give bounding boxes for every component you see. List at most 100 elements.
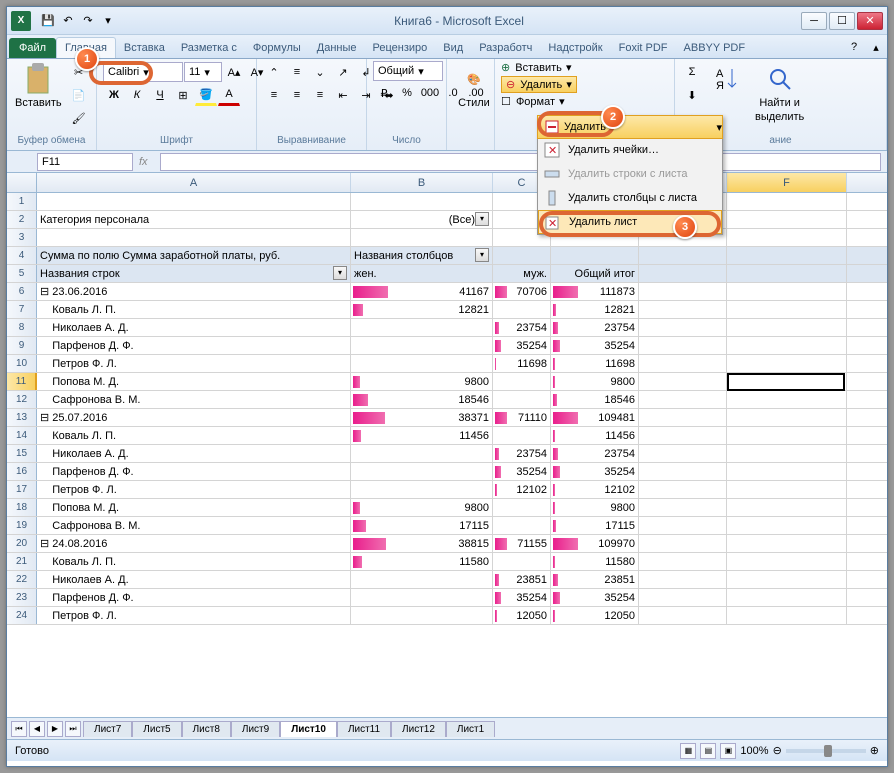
cell[interactable] bbox=[37, 229, 351, 246]
cell[interactable] bbox=[727, 535, 847, 552]
cell[interactable]: Попова М. Д. bbox=[37, 373, 351, 390]
align-mid-icon[interactable]: ≡ bbox=[286, 61, 308, 83]
row-header[interactable]: 4 bbox=[7, 247, 37, 264]
cell[interactable]: 11456 bbox=[351, 427, 493, 444]
row-header[interactable]: 14 bbox=[7, 427, 37, 444]
border-icon[interactable]: ⊞ bbox=[172, 84, 194, 106]
menu-delete-cols[interactable]: Удалить столбцы с листа bbox=[538, 186, 722, 210]
align-center-icon[interactable]: ≡ bbox=[286, 84, 308, 106]
cell[interactable]: 35254 bbox=[493, 589, 551, 606]
cell[interactable]: 11698 bbox=[551, 355, 639, 372]
cell[interactable]: 11698 bbox=[493, 355, 551, 372]
tab-view[interactable]: Вид bbox=[435, 38, 471, 58]
zoom-out-button[interactable]: ⊖ bbox=[773, 744, 782, 757]
cell[interactable] bbox=[351, 337, 493, 354]
cell[interactable]: Парфенов Д. Ф. bbox=[37, 337, 351, 354]
cell[interactable]: 109970 bbox=[551, 535, 639, 552]
sheet-nav-last[interactable]: ⏭ bbox=[65, 721, 81, 737]
active-cell[interactable] bbox=[727, 373, 845, 391]
cell[interactable] bbox=[493, 301, 551, 318]
orientation-icon[interactable]: ↗ bbox=[332, 61, 354, 83]
cell[interactable] bbox=[493, 247, 551, 264]
fill-color-icon[interactable]: 🪣 bbox=[195, 84, 217, 106]
cell[interactable] bbox=[351, 571, 493, 588]
cell[interactable]: Петров Ф. Л. bbox=[37, 481, 351, 498]
tab-abbyy[interactable]: ABBYY PDF bbox=[676, 38, 754, 58]
cell[interactable]: 35254 bbox=[493, 463, 551, 480]
cell[interactable]: 38815 bbox=[351, 535, 493, 552]
select-all-corner[interactable] bbox=[7, 173, 37, 192]
cell[interactable] bbox=[639, 463, 727, 480]
fill-icon[interactable]: ⬇ bbox=[681, 84, 703, 106]
cell[interactable]: 111873 bbox=[551, 283, 639, 300]
cells-delete-button[interactable]: ⊖ Удалить ▾ bbox=[501, 76, 577, 93]
cell[interactable]: Названия столбцов▾ bbox=[351, 247, 493, 264]
font-family-combo[interactable]: Calibri▾ bbox=[103, 62, 183, 82]
cell[interactable]: 35254 bbox=[551, 589, 639, 606]
cell[interactable] bbox=[493, 427, 551, 444]
cell[interactable]: 17115 bbox=[351, 517, 493, 534]
row-header[interactable]: 19 bbox=[7, 517, 37, 534]
row-header[interactable]: 13 bbox=[7, 409, 37, 426]
cell[interactable] bbox=[639, 535, 727, 552]
find-select-button[interactable]: Найти и выделить bbox=[753, 61, 806, 125]
cell[interactable]: Сумма по полю Сумма заработной платы, ру… bbox=[37, 247, 351, 264]
cell[interactable] bbox=[351, 463, 493, 480]
cell[interactable]: Коваль Л. П. bbox=[37, 553, 351, 570]
sheet-nav-prev[interactable]: ◀ bbox=[29, 721, 45, 737]
cell[interactable] bbox=[639, 517, 727, 534]
cell[interactable] bbox=[551, 247, 639, 264]
percent-icon[interactable]: % bbox=[396, 82, 418, 104]
cell[interactable]: Сафронова В. М. bbox=[37, 391, 351, 408]
cell[interactable] bbox=[639, 301, 727, 318]
cell[interactable]: 12050 bbox=[493, 607, 551, 624]
cell[interactable] bbox=[727, 319, 847, 336]
cell[interactable]: Петров Ф. Л. bbox=[37, 355, 351, 372]
cell[interactable]: 9800 bbox=[551, 373, 639, 390]
cell[interactable] bbox=[727, 247, 847, 264]
cell[interactable] bbox=[727, 337, 847, 354]
tab-formulas[interactable]: Формулы bbox=[245, 38, 309, 58]
cell[interactable]: 23754 bbox=[493, 319, 551, 336]
cell[interactable] bbox=[493, 499, 551, 516]
paste-button[interactable]: Вставить bbox=[13, 61, 64, 111]
qat-more-icon[interactable]: ▾ bbox=[99, 12, 117, 30]
row-header[interactable]: 24 bbox=[7, 607, 37, 624]
cell[interactable] bbox=[639, 589, 727, 606]
copy-icon[interactable]: 📄 bbox=[68, 84, 90, 106]
save-icon[interactable]: 💾 bbox=[39, 12, 57, 30]
tab-insert[interactable]: Вставка bbox=[116, 38, 173, 58]
cell[interactable] bbox=[351, 607, 493, 624]
row-header[interactable]: 21 bbox=[7, 553, 37, 570]
cell[interactable] bbox=[639, 607, 727, 624]
cell[interactable] bbox=[727, 283, 847, 300]
view-break-icon[interactable]: ▣ bbox=[720, 743, 736, 759]
row-header[interactable]: 8 bbox=[7, 319, 37, 336]
cell[interactable] bbox=[727, 409, 847, 426]
comma-icon[interactable]: 000 bbox=[419, 82, 441, 104]
cells-format-button[interactable]: ☐ Формат ▾ bbox=[501, 95, 565, 108]
row-header[interactable]: 23 bbox=[7, 589, 37, 606]
cell[interactable]: 71155 bbox=[493, 535, 551, 552]
undo-icon[interactable]: ↶ bbox=[59, 12, 77, 30]
cell[interactable] bbox=[493, 517, 551, 534]
format-painter-icon[interactable]: 🖌 bbox=[68, 107, 90, 129]
cell[interactable]: ⊟ 23.06.2016 bbox=[37, 283, 351, 300]
cell[interactable]: 35254 bbox=[551, 463, 639, 480]
view-layout-icon[interactable]: ▤ bbox=[700, 743, 716, 759]
cell[interactable]: ⊟ 24.08.2016 bbox=[37, 535, 351, 552]
tab-review[interactable]: Рецензиро bbox=[365, 38, 436, 58]
cell[interactable]: 11456 bbox=[551, 427, 639, 444]
tab-addins[interactable]: Надстройк bbox=[540, 38, 610, 58]
cell[interactable]: (Все)▾ bbox=[351, 211, 493, 228]
cell[interactable] bbox=[727, 553, 847, 570]
indent-dec-icon[interactable]: ⇤ bbox=[332, 84, 354, 106]
cell[interactable] bbox=[639, 319, 727, 336]
cell[interactable] bbox=[727, 517, 847, 534]
row-header[interactable]: 18 bbox=[7, 499, 37, 516]
cell[interactable] bbox=[727, 211, 847, 228]
row-header[interactable]: 11 bbox=[7, 373, 37, 390]
cell[interactable] bbox=[639, 571, 727, 588]
ribbon-min-icon[interactable]: ▴ bbox=[865, 36, 887, 58]
tab-foxit[interactable]: Foxit PDF bbox=[611, 38, 676, 58]
